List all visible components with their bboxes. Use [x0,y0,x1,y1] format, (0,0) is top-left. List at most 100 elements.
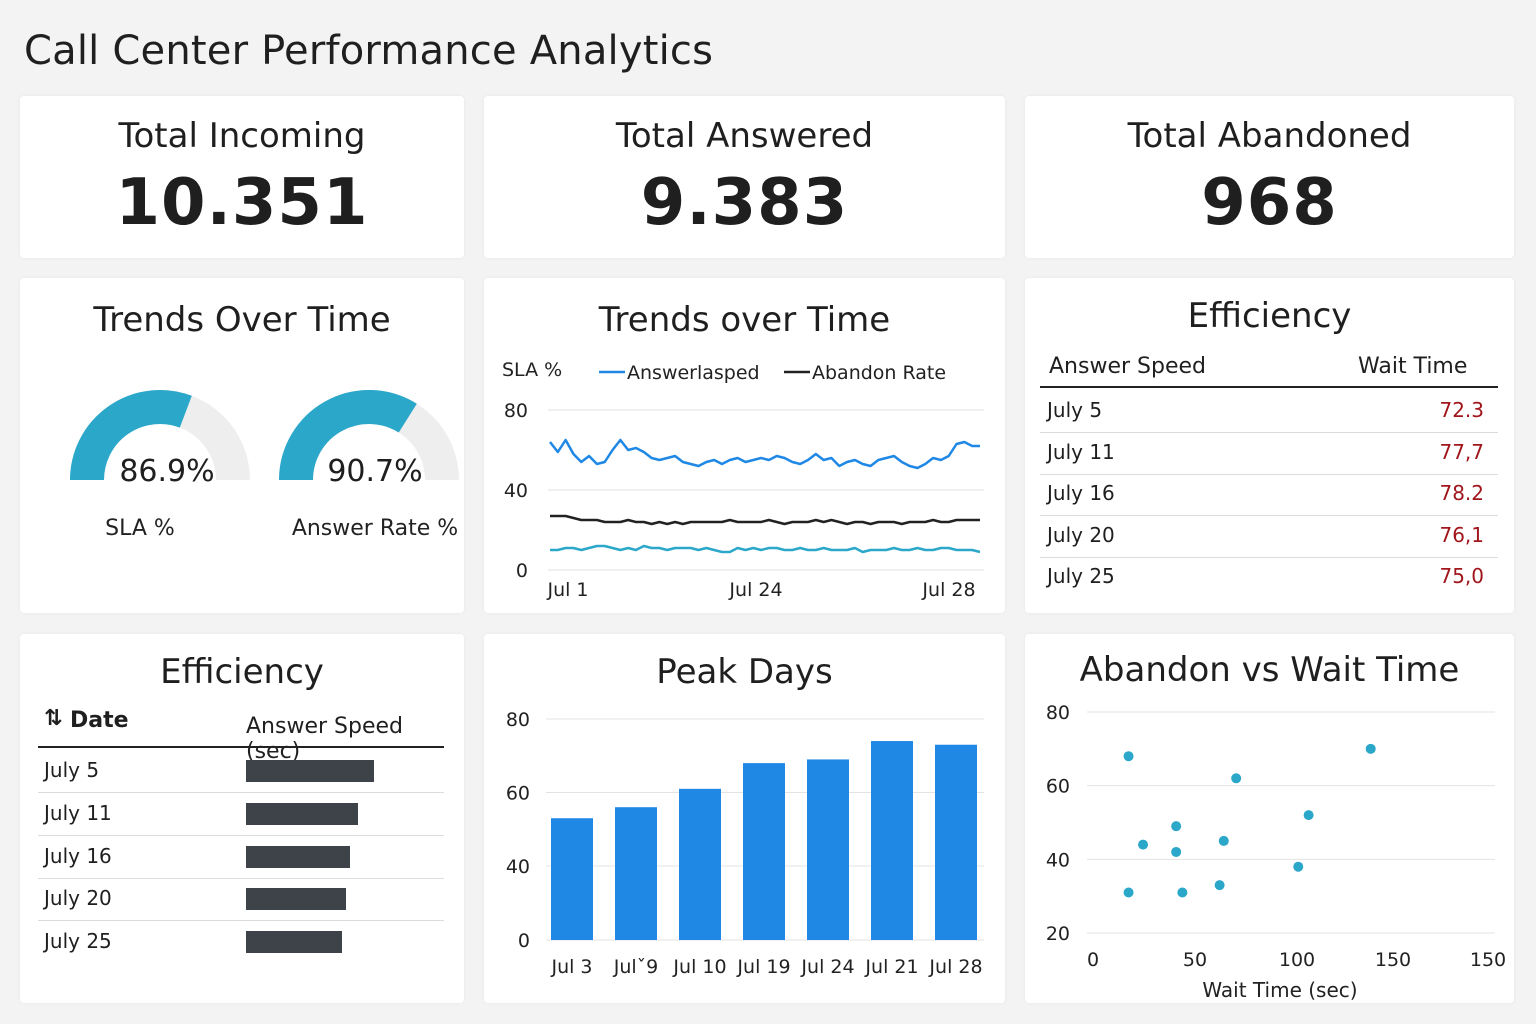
row-wait-time: 75,0 [1439,564,1484,588]
sort-arrows-icon[interactable]: ⇅ [44,706,62,731]
row-date: July 16 [1047,481,1115,505]
scatter-point [1123,887,1134,898]
table-row: July 11 [20,801,464,843]
gauge-label-sla: SLA % [105,516,175,541]
x-tick-label: 150 [1375,949,1411,971]
x-tick-label: Jul 1 [546,579,588,601]
legend-label: Abandon Rate [812,362,946,384]
line-chart: 0 40 80 SLA % Answerlasped Abandon Rate Jul 1 J… [502,359,984,601]
bar-chart: 0 40 60 80 Jul 3 Julˇ9 Jul 10 Jul 19 Jul 24 Jul 2… [506,709,984,978]
gauges-svg [70,390,459,481]
scatter-point [1365,743,1376,754]
row-divider [1040,432,1498,433]
bar [679,788,721,940]
kpi-title: Total Abandoned [1127,116,1412,156]
gauges-card: Trends Over Time 86.9% 90.7% SLA % Answe… [20,278,464,613]
bar-chart-card: Peak Days 0 40 60 80 Jul 3 Julˇ9 Jul 10 Jul 19 J… [484,634,1005,1003]
table-row: July 20 76,1 [1025,523,1514,564]
table-row: July 11 77,7 [1025,440,1514,481]
bar [743,763,785,940]
y-tick-label: 80 [506,709,530,731]
row-date: July 5 [44,758,100,782]
kpi-value: 968 [1201,166,1338,240]
table-header-rule [38,746,444,748]
table-row: July 25 [20,929,464,971]
series-line [549,438,980,470]
row-date: July 25 [1047,564,1115,588]
row-divider [38,920,444,922]
table-row: July 20 [20,886,464,928]
y-tick-label: 60 [506,783,530,805]
gauge-value-sla: 86.9% [119,454,215,489]
x-tick-label: Jul 10 [672,956,726,978]
x-tick-label: Jul 19 [736,956,790,978]
row-divider [1040,556,1498,558]
row-date: July 11 [44,800,112,825]
y-axis-label: SLA % [502,359,562,381]
answer-speed-bar [246,931,342,954]
row-wait-time: 77,7 [1439,439,1484,464]
x-tick-label: 50 [1183,949,1207,971]
x-tick-label: Jul 21 [864,956,918,978]
answer-speed-bar [246,845,350,868]
table-header-wait-time: Wait Time [1358,354,1468,379]
x-axis-label: Wait Time (sec) [1202,978,1357,1002]
card-title: Efficiency [160,652,324,692]
line-chart-card: Trends over Time 0 40 80 SLA % Answerlasped A… [484,278,1005,613]
y-tick-label: 80 [1046,702,1070,724]
series-line [550,514,980,526]
scatter-chart: 20 40 60 80 0 50 100 150 150 Wait Time (sec) [1046,702,1506,1002]
x-tick-label: Jul 24 [728,579,782,601]
y-tick-label: 40 [1046,849,1070,871]
answer-speed-bar [246,802,358,825]
table-header-date[interactable]: Date [70,708,129,733]
row-divider [1040,473,1498,475]
row-divider [38,834,444,836]
page-title: Call Center Performance Analytics [24,28,714,74]
row-date: July 20 [1047,522,1115,547]
x-tick-label: Jul 3 [550,956,592,978]
kpi-title: Total Answered [615,116,874,156]
y-tick-label: 0 [516,560,528,582]
y-tick-label: 40 [504,480,528,502]
x-tick-label: Jul 28 [928,956,982,978]
table-header-rule [1040,386,1498,388]
table-row: July 16 78.2 [1025,481,1514,522]
y-tick-label: 20 [1046,923,1070,945]
bar [871,741,913,940]
bar [935,744,977,940]
row-date: July 11 [1047,439,1115,464]
scatter-point [1138,839,1149,850]
answer-speed-bar [246,888,346,911]
card-title: Efficiency [1187,296,1352,336]
row-wait-time: 76,1 [1439,522,1484,547]
row-divider [38,877,444,879]
scatter-point [1303,810,1314,821]
efficiency-bars-card: Efficiency ⇅ Date Answer Speed (sec) Jul… [20,634,464,1003]
y-tick-label: 60 [1046,776,1070,798]
table-header-answer-speed: Answer Speed [1049,354,1206,379]
y-tick-label: 0 [518,930,530,952]
x-tick-label: Julˇ9 [613,956,659,978]
x-tick-label: 100 [1279,949,1315,971]
y-tick-label: 40 [506,856,530,878]
series-line [550,544,981,554]
bar [807,759,849,940]
scatter-point [1231,773,1242,784]
gauge-label-answer-rate: Answer Rate % [291,516,459,541]
row-divider [1040,515,1498,516]
bar [615,807,657,940]
kpi-card-incoming: Total Incoming 10.351 [20,96,464,258]
x-tick-label: Jul 24 [800,956,854,978]
answer-speed-bar [246,760,374,782]
table-row: July 5 [20,758,464,800]
scatter-card: Abandon vs Wait Time 20 40 60 80 0 50 100 150 15… [1025,634,1514,1003]
kpi-title: Total Incoming [118,116,366,156]
scatter-point [1177,887,1188,898]
table-row: July 16 [20,844,464,886]
kpi-value: 10.351 [115,166,369,240]
y-tick-label: 80 [504,400,528,422]
table-row: July 25 75,0 [1025,564,1514,605]
scatter-point [1171,821,1182,832]
x-tick-label: 150 [1470,949,1506,971]
